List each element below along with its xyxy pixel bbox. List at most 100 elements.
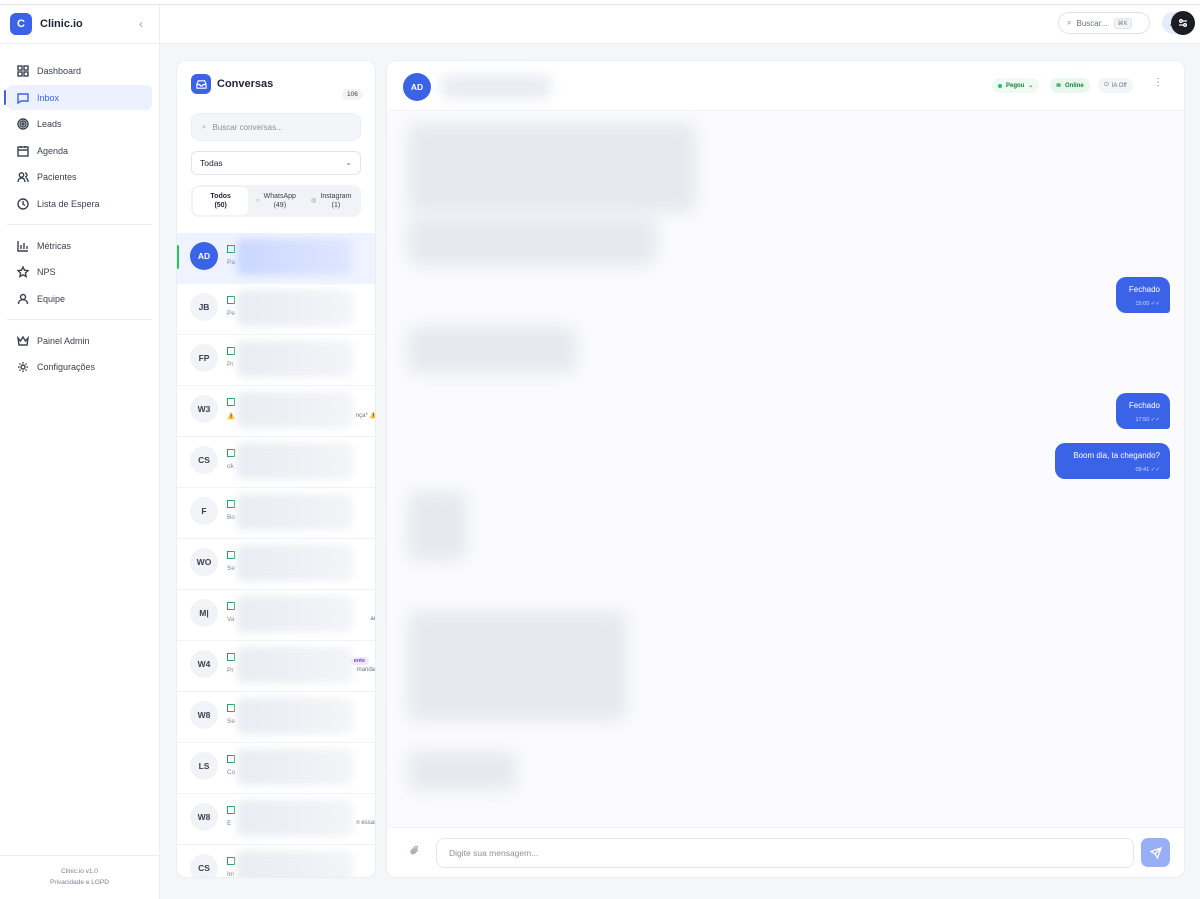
redacted-contact-info <box>237 800 352 836</box>
sidebar-item-label: Inbox <box>37 92 60 103</box>
redacted-contact-info <box>237 341 352 377</box>
grid-icon <box>17 65 29 77</box>
sidebar-item-leads[interactable]: Leads <box>7 112 152 137</box>
tab-todos[interactable]: Todos (50) <box>193 187 249 215</box>
toggle-icon[interactable] <box>1171 11 1195 35</box>
redacted-contact-info <box>237 290 352 326</box>
sidebar-item-label: NPS <box>37 267 56 277</box>
message-time: 17:50 ✓✓ <box>1135 417 1160 423</box>
users-icon <box>17 171 29 183</box>
sidebar-item-lista-de-espera[interactable]: Lista de Espera <box>7 191 152 216</box>
message-preview: Va <box>227 616 235 623</box>
tab-count: (49) <box>273 202 287 209</box>
collapse-sidebar-icon[interactable]: ‹ <box>134 17 148 31</box>
conversation-search-placeholder: Buscar conversas... <box>212 122 283 132</box>
redacted-contact-info <box>237 494 352 530</box>
tab-count: (1) <box>331 202 341 209</box>
conversation-list-item[interactable]: W3 ⚠️ nça* ⚠️ <box>177 386 375 437</box>
message-preview: Bo <box>227 514 235 521</box>
message-preview: Pr <box>227 361 234 368</box>
sidebar-item-agenda[interactable]: Agenda <box>7 138 152 163</box>
conversation-list-item[interactable]: LS Co <box>177 743 375 794</box>
status-dropdown[interactable]: Pegou ⌄ <box>992 78 1040 93</box>
status-badge: ente <box>349 657 369 665</box>
contact-avatar: CS <box>190 854 218 877</box>
message-preview: Im <box>227 871 235 878</box>
sidebar-item-label: Dashboard <box>37 66 82 76</box>
contact-avatar: LS <box>190 752 218 780</box>
chat-header: AD Pegou ⌄ ≋ Online ⏻ IA Off ⋮ <box>387 61 1184 111</box>
shortcut-badge: ⌘K <box>1113 17 1132 29</box>
app-version: Clinic.io v1.0 <box>61 868 98 875</box>
paperclip-icon[interactable] <box>409 845 420 859</box>
contact-avatar: JB <box>190 293 218 321</box>
tab-instagram[interactable]: ◎ Instagram (1) <box>304 187 359 215</box>
brand-name: Clinic.io <box>40 18 83 30</box>
nav-divider <box>7 224 152 225</box>
whatsapp-flag-icon <box>227 704 235 712</box>
redacted-message <box>407 216 657 266</box>
message-preview: Co <box>227 769 236 776</box>
conversation-list-item[interactable]: CS ok <box>177 437 375 488</box>
conversations-panel: Conversas 106 ⌕ Buscar conversas... Toda… <box>176 60 376 878</box>
message-preview: Pe <box>227 310 235 317</box>
whatsapp-flag-icon <box>227 602 235 610</box>
conversation-list-item[interactable]: WO Se <box>177 539 375 590</box>
sidebar-item-label: Equipe <box>37 293 66 304</box>
sidebar-footer: Clinic.io v1.0 Privacidade e LGPD <box>0 855 159 899</box>
wifi-icon: ≋ <box>1056 83 1062 89</box>
more-options-icon[interactable]: ⋮ <box>1153 77 1163 88</box>
conversation-list-item[interactable]: M| Va ad <box>177 590 375 641</box>
crown-icon <box>17 335 29 347</box>
conversation-list-item[interactable]: CS Im <box>177 845 375 878</box>
message-text: Fechado <box>1128 285 1160 294</box>
redacted-message <box>407 326 577 374</box>
contact-avatar[interactable]: AD <box>403 73 431 101</box>
message-preview-tail: ad <box>370 616 375 622</box>
search-icon: ⌕ <box>1067 18 1072 27</box>
chevron-down-icon: ⌄ <box>1028 83 1034 89</box>
global-search[interactable]: ⌕ Buscar... ⌘K <box>1058 12 1150 34</box>
conversation-search-input[interactable]: ⌕ Buscar conversas... <box>191 113 361 141</box>
sidebar-item-painel-admin[interactable]: Painel Admin <box>7 328 152 353</box>
sidebar-item-label: Lista de Espera <box>37 198 100 209</box>
gear-icon <box>17 361 29 373</box>
sidebar-item-pacientes[interactable]: Pacientes <box>7 165 152 190</box>
conversation-filter-select[interactable]: Todas ⌄ <box>191 151 361 175</box>
sidebar-item-metricas[interactable]: Métricas <box>7 233 152 258</box>
tab-label: WhatsApp <box>263 193 296 200</box>
contact-avatar: W8 <box>190 701 218 729</box>
conversation-list-item[interactable]: F Bo <box>177 488 375 539</box>
message-preview: Se <box>227 565 235 572</box>
contact-avatar: W4 <box>190 650 218 678</box>
sidebar-item-nps[interactable]: NPS <box>7 260 152 285</box>
send-button[interactable] <box>1141 838 1170 867</box>
inbox-icon <box>191 74 211 94</box>
contact-avatar: W3 <box>190 395 218 423</box>
redacted-message <box>407 123 697 213</box>
message-preview-tail: mandar <box>356 667 376 673</box>
conversation-list-item[interactable]: AD Pa <box>177 233 375 284</box>
tab-whatsapp[interactable]: ○ WhatsApp (49) <box>248 187 303 215</box>
conversation-list-item[interactable]: W8 Se <box>177 692 375 743</box>
ia-toggle[interactable]: ⏻ IA Off <box>1098 78 1133 93</box>
sidebar-item-inbox[interactable]: Inbox <box>4 85 152 110</box>
conversation-list-item[interactable]: W8 En essas <box>177 794 375 845</box>
sidebar-item-configuracoes[interactable]: Configurações <box>7 355 152 380</box>
message-input[interactable]: Digite sua mensagem... <box>436 838 1134 868</box>
chevron-down-icon: ⌄ <box>345 158 352 167</box>
sidebar-nav: Dashboard Inbox Leads Agenda Pacientes L… <box>0 44 159 380</box>
contact-avatar: CS <box>190 446 218 474</box>
whatsapp-flag-icon <box>227 653 235 661</box>
sidebar-item-dashboard[interactable]: Dashboard <box>7 59 152 84</box>
conversation-list-item[interactable]: FP Pr <box>177 335 375 386</box>
sidebar-item-equipe[interactable]: Equipe <box>7 286 152 311</box>
whatsapp-icon: ○ <box>256 197 260 204</box>
conversation-list-item[interactable]: W4 Pr mandar ente <box>177 641 376 692</box>
contact-avatar: WO <box>190 548 218 576</box>
power-icon: ⏻ <box>1104 82 1109 88</box>
conversation-list-item[interactable]: JB Pe <box>177 284 375 335</box>
privacy-link[interactable]: Privacidade e LGPD <box>0 877 159 888</box>
conversation-list: AD Pa JB Pe FP Pr W3 ⚠️ nça* ⚠️ CS ok F Bo WO Se M| Va ad… <box>177 233 376 878</box>
sidebar-item-label: Agenda <box>37 145 69 156</box>
